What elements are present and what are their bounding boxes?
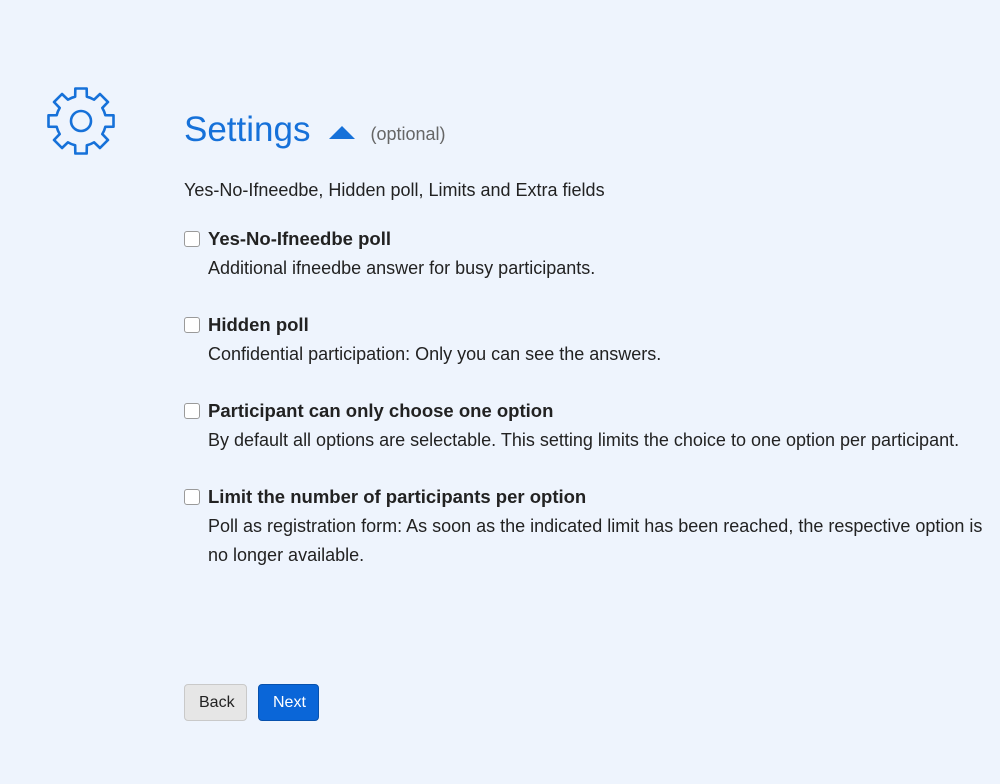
- settings-section: Settings (optional) Yes-No-Ifneedbe, Hid…: [184, 108, 984, 600]
- participant-limit-checkbox[interactable]: [184, 489, 200, 505]
- option-description: By default all options are selectable. T…: [208, 430, 960, 450]
- settings-header[interactable]: Settings (optional): [184, 108, 984, 152]
- next-button[interactable]: Next: [258, 684, 319, 721]
- settings-summary: Yes-No-Ifneedbe, Hidden poll, Limits and…: [184, 180, 605, 200]
- option-title[interactable]: Hidden poll: [208, 313, 988, 337]
- hidden-poll-checkbox[interactable]: [184, 317, 200, 333]
- back-button[interactable]: Back: [184, 684, 247, 721]
- page-title: Settings: [184, 110, 311, 149]
- option-description: Poll as registration form: As soon as th…: [208, 516, 983, 565]
- settings-options: Yes-No-Ifneedbe poll Additional ifneedbe…: [184, 227, 984, 570]
- optional-label: (optional): [370, 123, 446, 144]
- option-ifneedbe: Yes-No-Ifneedbe poll Additional ifneedbe…: [184, 227, 984, 283]
- single-choice-checkbox[interactable]: [184, 403, 200, 419]
- option-title[interactable]: Limit the number of participants per opt…: [208, 485, 988, 509]
- option-description: Additional ifneedbe answer for busy part…: [208, 258, 596, 278]
- ifneedbe-checkbox[interactable]: [184, 231, 200, 247]
- option-participant-limit: Limit the number of participants per opt…: [184, 485, 984, 570]
- triangle-up-icon[interactable]: [329, 125, 356, 139]
- option-hidden-poll: Hidden poll Confidential participation: …: [184, 313, 984, 369]
- form-actions: Back Next: [184, 684, 319, 721]
- option-description: Confidential participation: Only you can…: [208, 344, 662, 364]
- option-title[interactable]: Yes-No-Ifneedbe poll: [208, 227, 988, 251]
- gear-icon: [45, 86, 117, 156]
- option-title[interactable]: Participant can only choose one option: [208, 399, 988, 423]
- option-single-choice: Participant can only choose one option B…: [184, 399, 984, 455]
